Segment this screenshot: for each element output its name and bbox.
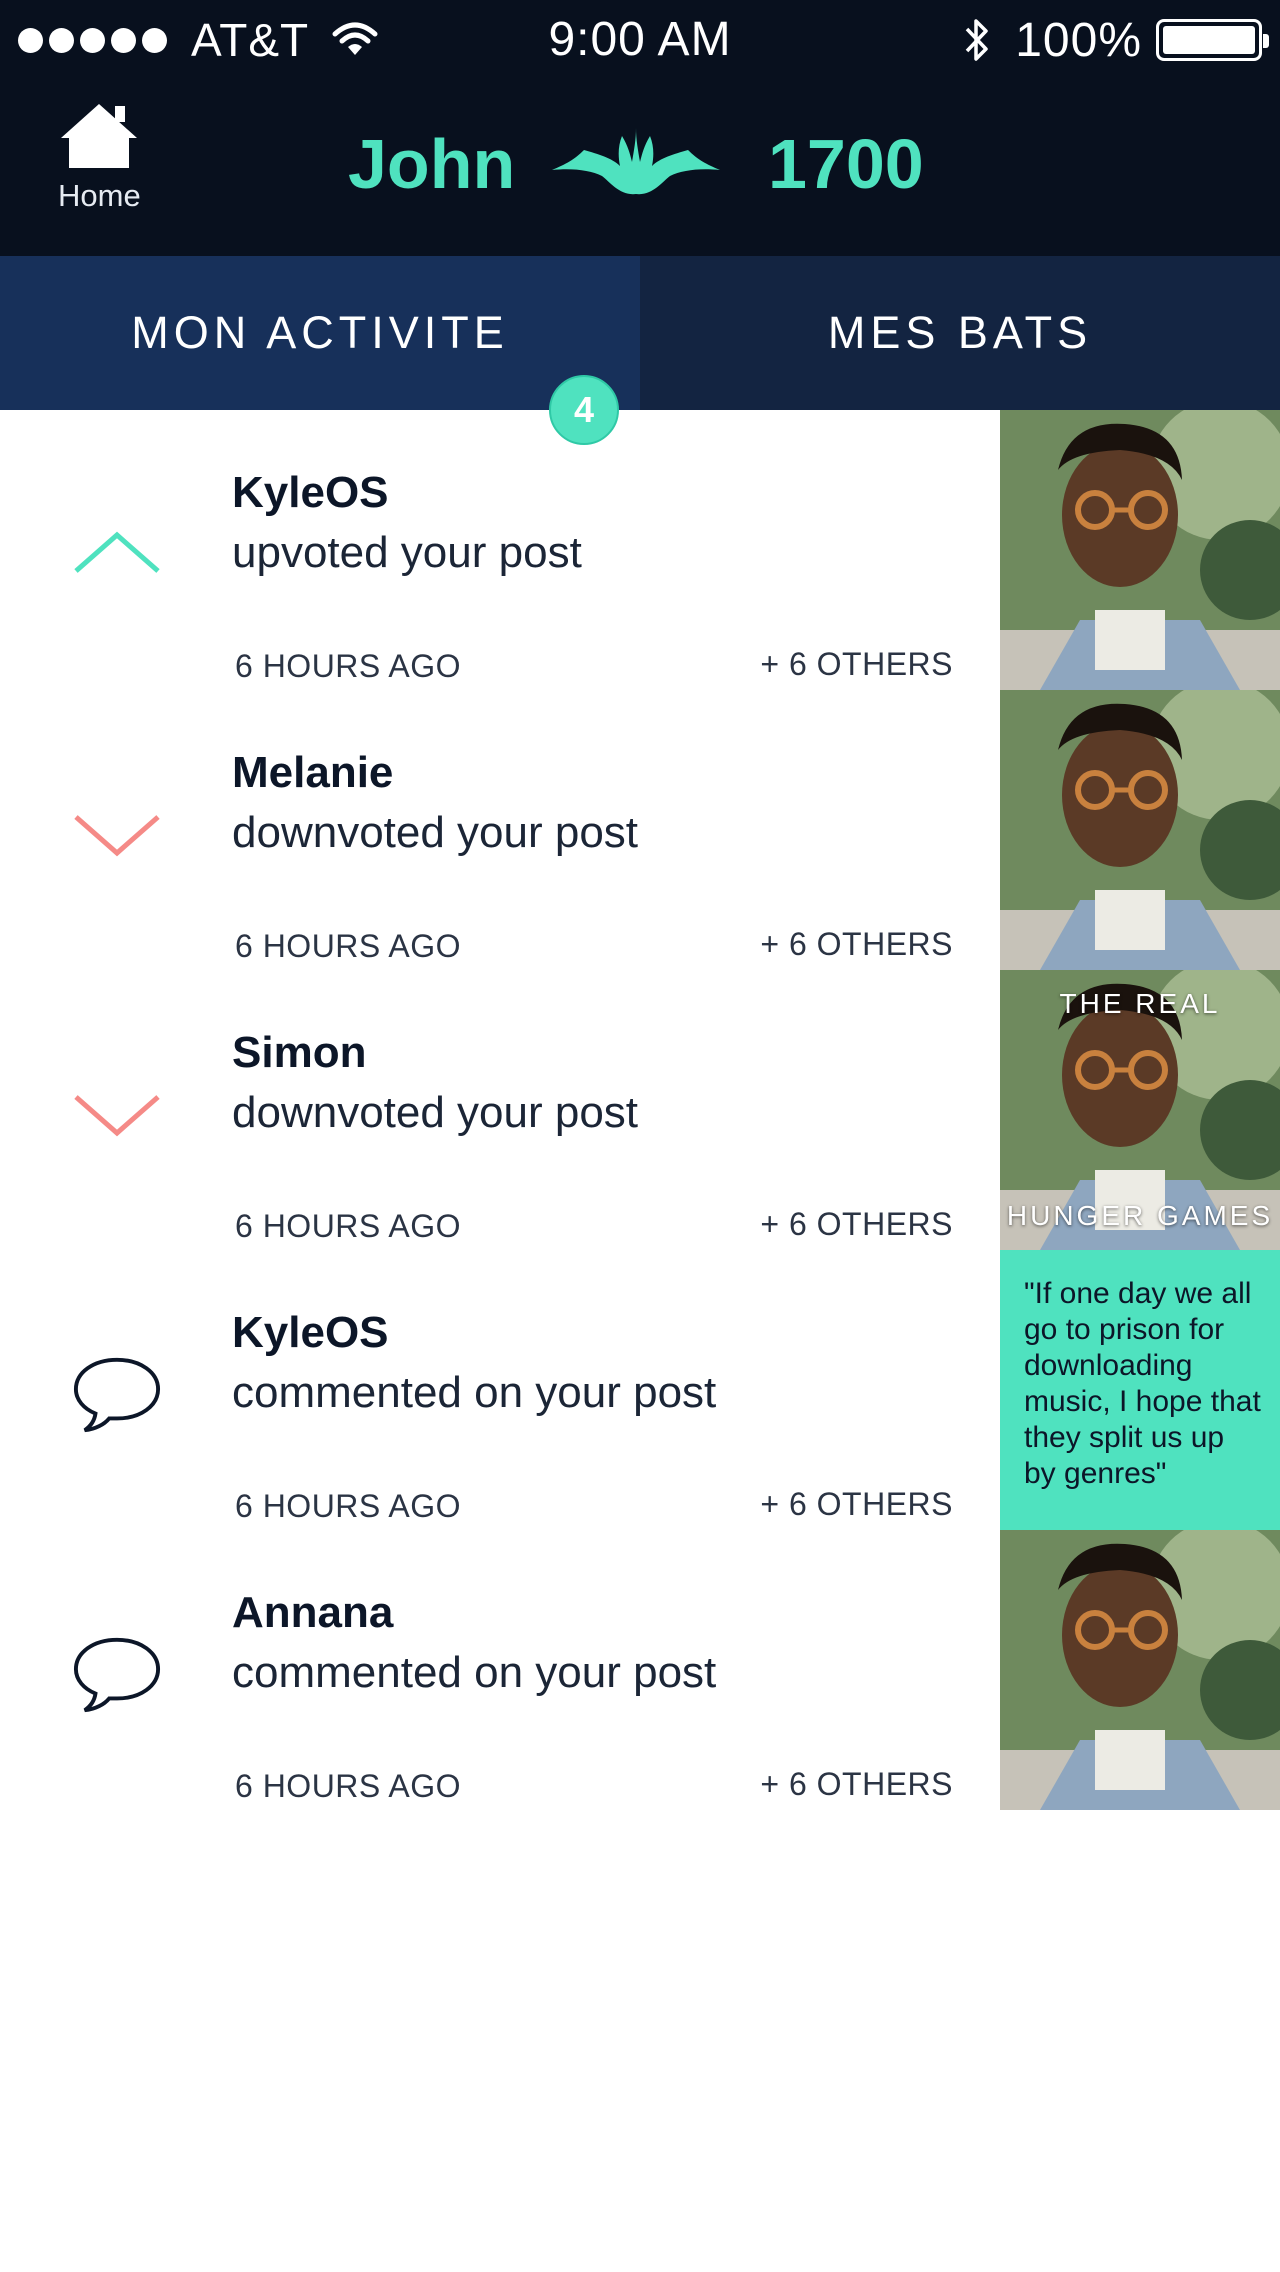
feed-item-time: 6 HOURS AGO [235,648,461,684]
home-label: Home [58,178,141,213]
feed-item[interactable]: KyleOS upvoted your post 6 HOURS AGO + 6… [0,410,1280,690]
tab-mon-activite[interactable]: MON ACTIVITE [0,256,640,410]
feed-item-time: 6 HOURS AGO [235,1208,461,1244]
bat-logo-icon [550,124,722,209]
post-thumbnail[interactable]: THE REAL HUNGER GAMES [1000,970,1280,1250]
thumbnail-caption-bottom: HUNGER GAMES [1006,1200,1274,1231]
post-photo [1000,690,1280,970]
post-thumbnail[interactable] [1000,1530,1280,1810]
post-thumbnail[interactable] [1000,410,1280,690]
feed-item-user: Simon [232,1028,367,1077]
post-photo [1000,1530,1280,1810]
upvote-icon [72,510,162,600]
tab-mes-bats[interactable]: MES BATS [640,256,1280,410]
feed-item[interactable]: Simon downvoted your post 6 HOURS AGO + … [0,970,1280,1250]
downvote-icon [72,790,162,880]
user-score: 1700 [768,125,924,203]
feed-item-time: 6 HOURS AGO [235,1768,461,1804]
thumbnail-caption-top: THE REAL [1059,988,1221,1019]
feed-item-others[interactable]: + 6 OTHERS [760,646,953,683]
comment-icon [72,1350,162,1440]
post-thumbnail[interactable] [1000,690,1280,970]
bluetooth-icon [963,16,991,64]
battery-icon [1156,19,1269,61]
app-header: Home John 1700 [0,80,1280,256]
feed-item-user: Annana [232,1588,394,1637]
battery-fill [1163,26,1255,54]
status-right: 100% [963,12,1269,68]
feed-item-others[interactable]: + 6 OTHERS [760,926,953,963]
post-thumbnail[interactable]: "If one day we all go to prison for down… [1000,1250,1280,1530]
feed-item-action: downvoted your post [232,1088,639,1137]
feed-item-user: KyleOS [232,1308,389,1357]
feed-item[interactable]: KyleOS commented on your post 6 HOURS AG… [0,1250,1280,1530]
feed-item-user: KyleOS [232,468,389,517]
battery-percentage: 100% [1015,13,1142,67]
comment-icon [72,1630,162,1720]
feed-item-action: upvoted your post [232,528,582,577]
feed-item-action: downvoted your post [232,808,639,857]
post-photo [1000,410,1280,690]
feed-item-user: Melanie [232,748,394,797]
home-icon [61,104,138,168]
tab-bar: MON ACTIVITE MES BATS [0,256,1280,410]
feed-item-time: 6 HOURS AGO [235,1488,461,1524]
quote-card: "If one day we all go to prison for down… [1000,1250,1280,1530]
activity-feed: KyleOS upvoted your post 6 HOURS AGO + 6… [0,410,1280,1810]
feed-item[interactable]: Melanie downvoted your post 6 HOURS AGO … [0,690,1280,970]
feed-item-others[interactable]: + 6 OTHERS [760,1766,953,1803]
feed-item[interactable]: Annana commented on your post 6 HOURS AG… [0,1530,1280,1810]
feed-item-time: 6 HOURS AGO [235,928,461,964]
downvote-icon [72,1070,162,1160]
feed-item-others[interactable]: + 6 OTHERS [760,1206,953,1243]
status-bar: AT&T 9:00 AM 100% [0,0,1280,80]
user-name: John [348,125,516,203]
feed-item-action: commented on your post [232,1648,717,1697]
feed-item-action: commented on your post [232,1368,717,1417]
home-button[interactable]: Home [58,102,141,214]
feed-item-others[interactable]: + 6 OTHERS [760,1486,953,1523]
